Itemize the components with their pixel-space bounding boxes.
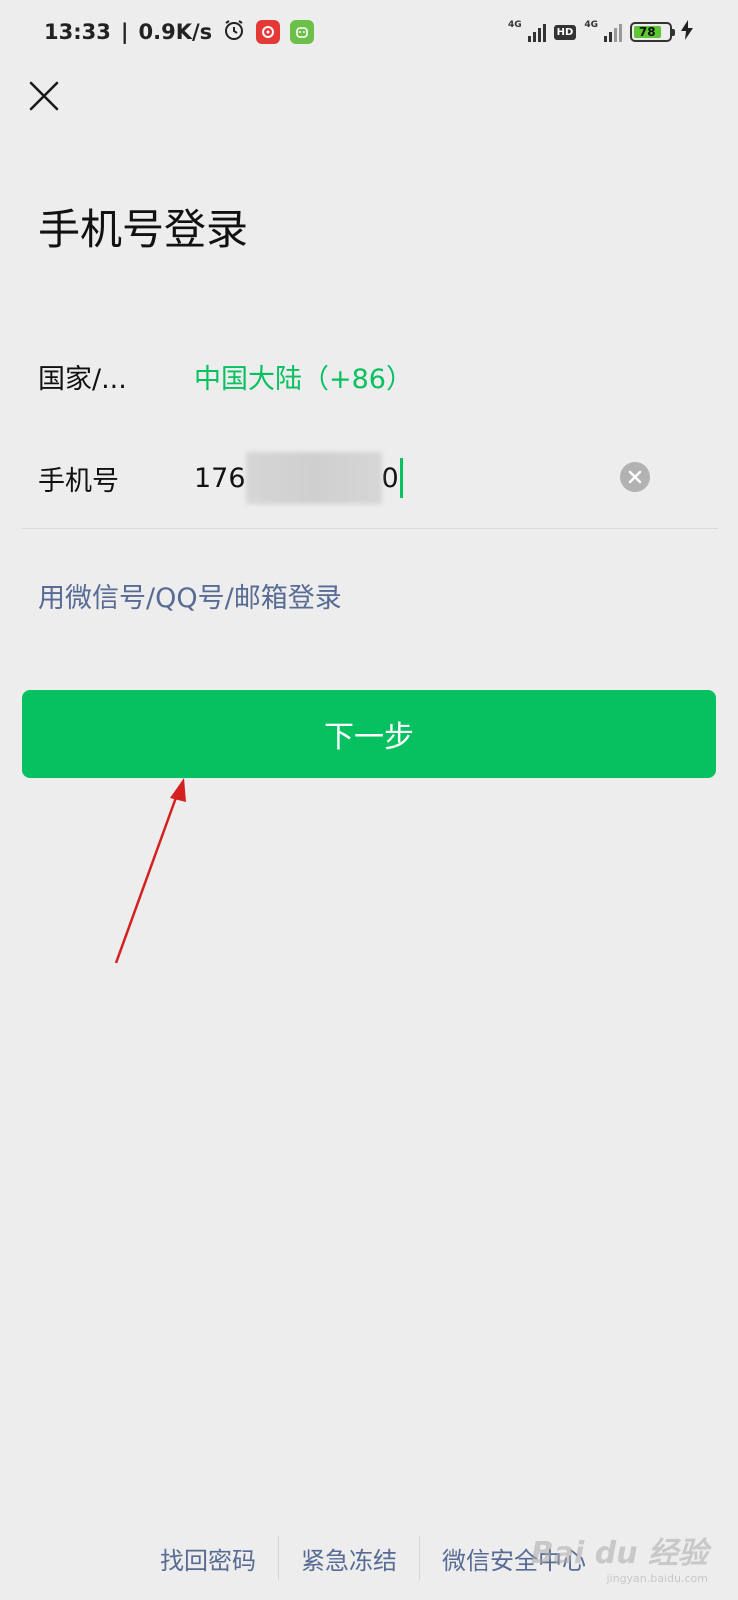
- app-badge-icon: [290, 20, 315, 44]
- watermark-main: Bai du 经验: [530, 1536, 708, 1571]
- phone-prefix: 176: [194, 462, 246, 494]
- next-button[interactable]: 下一步: [22, 690, 716, 778]
- watermark: Bai du 经验 jingyan.baidu.com: [531, 1528, 708, 1585]
- clear-input-button[interactable]: [620, 462, 650, 492]
- status-bar: 13:33 | 0.9K/s 4G HD 4G 78: [0, 0, 738, 64]
- battery-icon: 78: [630, 22, 675, 42]
- status-time: 13:33: [44, 20, 111, 44]
- status-net-speed: 0.9K/s: [138, 20, 213, 44]
- phone-redaction-mask: [245, 452, 382, 504]
- network-type-1: 4G: [508, 19, 522, 30]
- footer-link-recover-password[interactable]: 找回密码: [138, 1541, 278, 1576]
- phone-row: 手机号 176 0: [38, 448, 718, 508]
- country-row[interactable]: 国家/... 中国大陆（+86）: [38, 346, 718, 406]
- page-title: 手机号登录: [38, 205, 249, 254]
- country-label: 国家/...: [38, 363, 127, 395]
- alarm-icon: [222, 18, 246, 47]
- phone-input[interactable]: 176 0: [194, 452, 403, 504]
- phone-label: 手机号: [38, 465, 119, 497]
- signal-icon: [527, 22, 546, 42]
- alt-login-link[interactable]: 用微信号/QQ号/邮箱登录: [38, 576, 342, 615]
- close-icon: [29, 81, 59, 111]
- country-selector[interactable]: 中国大陆（+86）: [194, 357, 413, 396]
- close-button[interactable]: [24, 70, 64, 122]
- watermark-sub: jingyan.baidu.com: [606, 1572, 708, 1585]
- netease-music-icon: [256, 20, 281, 44]
- footer-link-emergency-freeze[interactable]: 紧急冻结: [279, 1541, 419, 1576]
- signal-icon: [604, 22, 622, 42]
- hd-icon: HD: [553, 24, 577, 40]
- charging-icon: [680, 19, 694, 45]
- phone-suffix: 0: [381, 462, 399, 494]
- battery-level: 78: [634, 25, 661, 39]
- divider: [22, 528, 718, 529]
- text-caret: [399, 458, 403, 498]
- network-type-2: 4G: [584, 19, 598, 30]
- clear-icon: [628, 470, 642, 484]
- status-separator: |: [120, 20, 129, 44]
